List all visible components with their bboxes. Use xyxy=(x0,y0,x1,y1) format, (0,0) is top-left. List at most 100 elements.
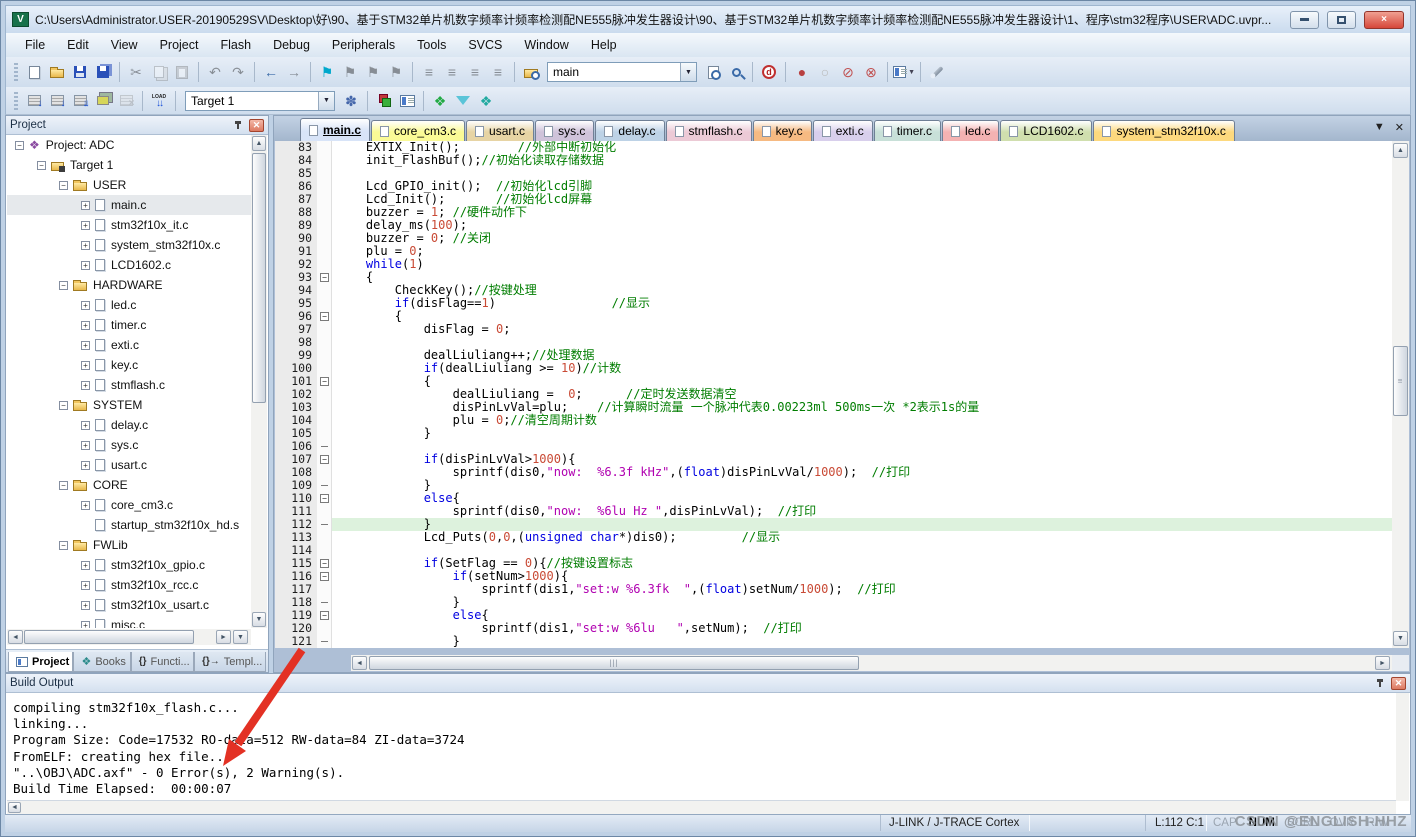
fold-margin[interactable] xyxy=(317,583,332,596)
expand-icon[interactable]: + xyxy=(81,381,90,390)
flash-configure-button[interactable] xyxy=(452,90,474,112)
tree-scroll-left-button[interactable]: ◄ xyxy=(8,630,23,644)
line-number[interactable]: 121 xyxy=(275,635,317,648)
document-tab-lcd1602-c[interactable]: LCD1602.c xyxy=(1000,120,1092,141)
menu-debug[interactable]: Debug xyxy=(262,35,321,55)
pack-installer-button[interactable]: ❖ xyxy=(475,90,497,112)
fold-collapse-icon[interactable]: − xyxy=(320,455,329,464)
fold-margin[interactable] xyxy=(317,622,332,635)
expand-icon[interactable]: + xyxy=(81,341,90,350)
restore-button[interactable] xyxy=(1327,11,1356,29)
tree-item-stmflash-c[interactable]: +stmflash.c xyxy=(7,375,251,395)
rebuild-button[interactable] xyxy=(69,90,91,112)
expand-icon[interactable]: + xyxy=(81,361,90,370)
target-combobox[interactable]: Target 1▼ xyxy=(185,91,335,111)
prev-bookmark-button[interactable]: ⚑ xyxy=(339,61,361,83)
fold-margin[interactable] xyxy=(317,193,332,206)
tree-scroll-split-button[interactable]: ▼ xyxy=(233,630,248,644)
expand-icon[interactable]: + xyxy=(81,221,90,230)
kill-breakpoints-button[interactable]: ⊗ xyxy=(860,61,882,83)
document-tab-led-c[interactable]: led.c xyxy=(942,120,999,141)
expand-icon[interactable]: + xyxy=(81,461,90,470)
new-file-button[interactable] xyxy=(23,61,45,83)
fold-collapse-icon[interactable]: − xyxy=(320,377,329,386)
find-in-files-doc-button[interactable] xyxy=(702,61,724,83)
workspace-tab-books[interactable]: ❖Books xyxy=(73,652,130,672)
fold-collapse-icon[interactable]: − xyxy=(320,312,329,321)
collapse-icon[interactable]: − xyxy=(59,541,68,550)
navigate-forward-button[interactable]: → xyxy=(283,61,305,83)
fold-margin[interactable] xyxy=(317,635,332,648)
fold-margin[interactable] xyxy=(317,154,332,167)
fold-collapse-icon[interactable]: − xyxy=(320,273,329,282)
code-line-121[interactable]: 121 } xyxy=(275,635,1392,648)
fold-collapse-icon[interactable]: − xyxy=(320,559,329,568)
tree-item-stm32f10x-gpio-c[interactable]: +stm32f10x_gpio.c xyxy=(7,555,251,575)
expand-icon[interactable]: + xyxy=(81,321,90,330)
fold-margin[interactable] xyxy=(317,258,332,271)
target-options-button[interactable]: ✽ xyxy=(340,90,362,112)
incremental-find-button[interactable] xyxy=(725,61,747,83)
close-document-button[interactable]: ✕ xyxy=(1395,121,1404,134)
menu-view[interactable]: View xyxy=(100,35,149,55)
fold-margin[interactable] xyxy=(317,466,332,479)
tree-hscroll-thumb[interactable] xyxy=(24,630,194,644)
fold-margin[interactable]: − xyxy=(317,453,332,466)
menu-window[interactable]: Window xyxy=(513,35,579,55)
tree-item-sys-c[interactable]: +sys.c xyxy=(7,435,251,455)
collapse-icon[interactable]: − xyxy=(59,401,68,410)
fold-margin[interactable] xyxy=(317,297,332,310)
code-line-97[interactable]: 97 disFlag = 0; xyxy=(275,323,1392,336)
close-button[interactable]: × xyxy=(1364,11,1404,29)
build-output-hscrollbar[interactable] xyxy=(7,801,1396,814)
tab-list-button[interactable]: ▼ xyxy=(1374,121,1385,134)
fold-margin[interactable] xyxy=(317,245,332,258)
fold-margin[interactable] xyxy=(317,336,332,349)
uncomment-button[interactable]: ≡ xyxy=(487,61,509,83)
clear-bookmarks-button[interactable]: ⚑ xyxy=(385,61,407,83)
workspace-tab-project[interactable]: Project xyxy=(8,652,73,672)
debug-windows-button[interactable]: ▼ xyxy=(893,61,915,83)
expand-icon[interactable]: + xyxy=(81,621,90,629)
translate-button[interactable] xyxy=(23,90,45,112)
save-button[interactable] xyxy=(69,61,91,83)
redo-button[interactable]: ↷ xyxy=(227,61,249,83)
menu-project[interactable]: Project xyxy=(149,35,210,55)
build-button[interactable] xyxy=(46,90,68,112)
fold-margin[interactable] xyxy=(317,206,332,219)
fold-margin[interactable] xyxy=(317,544,332,557)
code-line-100[interactable]: 100 if(dealLiuliang >= 10)//计数 xyxy=(275,362,1392,375)
build-output-close-button[interactable]: ✕ xyxy=(1391,677,1406,690)
batch-build-button[interactable] xyxy=(92,90,114,112)
expand-icon[interactable]: + xyxy=(81,601,90,610)
paste-button[interactable] xyxy=(171,61,193,83)
document-tab-exti-c[interactable]: exti.c xyxy=(813,120,873,141)
expand-icon[interactable]: + xyxy=(81,561,90,570)
code-editor[interactable]: 83 EXTIX_Init(); //外部中断初始化84 init_FlashB… xyxy=(275,141,1392,648)
fold-margin[interactable]: − xyxy=(317,271,332,284)
find-in-files-button[interactable] xyxy=(520,61,542,83)
pin-icon[interactable] xyxy=(237,121,239,129)
workspace-tab-functi[interactable]: {}Functi... xyxy=(131,652,194,672)
code-line-105[interactable]: 105 } xyxy=(275,427,1392,440)
expand-icon[interactable]: + xyxy=(81,421,90,430)
build-output-vscrollbar[interactable] xyxy=(1396,693,1409,801)
menu-file[interactable]: File xyxy=(14,35,56,55)
editor-scroll-right-button[interactable]: ► xyxy=(1375,656,1390,670)
fold-margin[interactable] xyxy=(317,167,332,180)
fold-margin[interactable] xyxy=(317,388,332,401)
comment-button[interactable]: ≡ xyxy=(464,61,486,83)
expand-icon[interactable]: + xyxy=(81,441,90,450)
code-line-104[interactable]: 104 plu = 0;//清空周期计数 xyxy=(275,414,1392,427)
expand-icon[interactable]: + xyxy=(81,261,90,270)
minimize-button[interactable] xyxy=(1290,11,1319,29)
collapse-icon[interactable]: − xyxy=(37,161,46,170)
tree-item-stm32f10x-it-c[interactable]: +stm32f10x_it.c xyxy=(7,215,251,235)
menu-edit[interactable]: Edit xyxy=(56,35,100,55)
tree-item-main-c[interactable]: +main.c xyxy=(7,195,251,215)
expand-icon[interactable]: + xyxy=(81,581,90,590)
document-tab-timer-c[interactable]: timer.c xyxy=(874,120,941,141)
code-line-113[interactable]: 113 Lcd_Puts(0,0,(unsigned char*)dis0); … xyxy=(275,531,1392,544)
tree-scroll-right-button[interactable]: ► xyxy=(216,630,231,644)
document-tab-main-c[interactable]: main.c xyxy=(300,118,370,141)
